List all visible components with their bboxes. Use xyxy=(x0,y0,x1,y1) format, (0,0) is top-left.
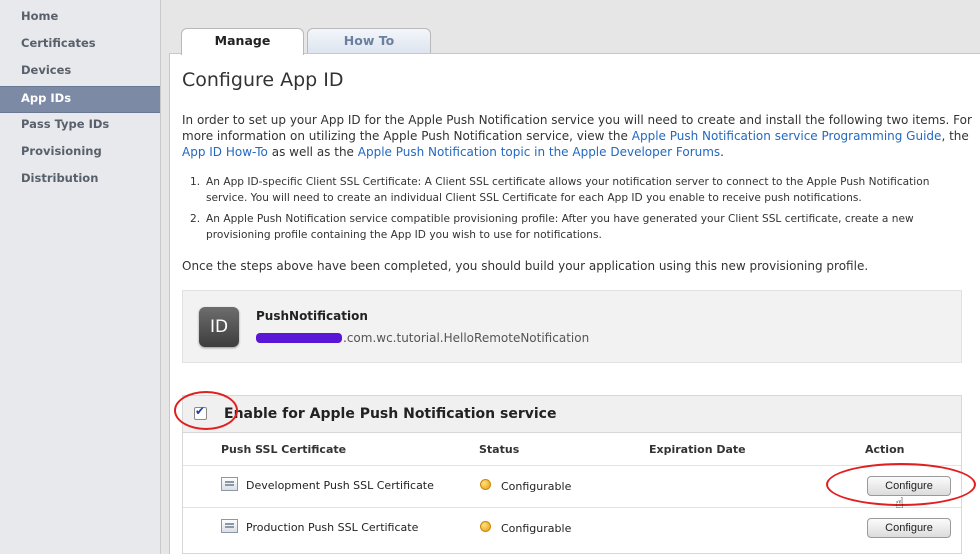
certificate-name: Development Push SSL Certificate xyxy=(246,479,434,492)
link-developer-forums[interactable]: Apple Push Notification topic in the App… xyxy=(358,145,720,159)
app-id-icon: ID xyxy=(199,307,239,347)
column-header-status: Status xyxy=(479,443,520,456)
intro-text: , the xyxy=(941,129,969,143)
intro-text: as well as the xyxy=(267,145,358,159)
status-text: Configurable xyxy=(501,480,572,493)
push-service-header: Enable for Apple Push Notification servi… xyxy=(183,396,961,433)
sidebar-item-devices[interactable]: Devices xyxy=(0,59,160,86)
app-id-bundle: .com.wc.tutorial.HelloRemoteNotification xyxy=(256,331,589,345)
annotation-circle-checkbox xyxy=(174,391,238,430)
intro-paragraph: In order to set up your App ID for the A… xyxy=(182,112,972,160)
sidebar-item-distribution[interactable]: Distribution xyxy=(0,167,160,194)
status-indicator-icon xyxy=(480,479,491,490)
step-text: An App ID-specific Client SSL Certificat… xyxy=(206,176,930,204)
certificate-name: Production Push SSL Certificate xyxy=(246,521,419,534)
certificate-icon xyxy=(221,477,238,491)
tab-how-to[interactable]: How To xyxy=(307,28,431,54)
redaction-mark xyxy=(256,333,342,343)
sidebar-nav: Home Certificates Devices App IDs Pass T… xyxy=(0,0,161,554)
certificate-icon xyxy=(221,519,238,533)
page-title: Configure App ID xyxy=(182,69,344,91)
sidebar-item-app-ids[interactable]: App IDs xyxy=(0,86,160,113)
column-header-certificate: Push SSL Certificate xyxy=(221,443,347,456)
sidebar-item-home[interactable]: Home xyxy=(0,5,160,32)
after-steps-text: Once the steps above have been completed… xyxy=(182,259,869,273)
step-number: 2. xyxy=(190,213,201,225)
bundle-id-text: .com.wc.tutorial.HelloRemoteNotification xyxy=(343,331,590,345)
step-text: An Apple Push Notification service compa… xyxy=(206,213,914,241)
app-id-summary: ID PushNotification .com.wc.tutorial.Hel… xyxy=(182,290,962,363)
link-app-id-how-to[interactable]: App ID How-To xyxy=(182,145,268,159)
step-number: 1. xyxy=(190,176,201,188)
table-row: Production Push SSL Certificate Configur… xyxy=(183,507,961,549)
step-item: 1. An App ID-specific Client SSL Certifi… xyxy=(190,175,950,206)
tab-manage[interactable]: Manage xyxy=(181,28,304,55)
configure-production-button[interactable]: Configure xyxy=(867,518,951,538)
hand-cursor-icon: ☝ xyxy=(895,494,905,512)
intro-text: . xyxy=(720,145,724,159)
sidebar-item-pass-type-ids[interactable]: Pass Type IDs xyxy=(0,113,160,140)
sidebar-item-certificates[interactable]: Certificates xyxy=(0,32,160,59)
column-header-action: Action xyxy=(865,443,905,456)
link-programming-guide[interactable]: Apple Push Notification service Programm… xyxy=(632,129,942,143)
step-item: 2. An Apple Push Notification service co… xyxy=(190,212,950,243)
steps-list: 1. An App ID-specific Client SSL Certifi… xyxy=(190,175,950,249)
status-text: Configurable xyxy=(501,522,572,535)
sidebar-item-provisioning[interactable]: Provisioning xyxy=(0,140,160,167)
push-service-title: Enable for Apple Push Notification servi… xyxy=(224,406,557,422)
app-id-name: PushNotification xyxy=(256,309,368,323)
status-indicator-icon xyxy=(480,521,491,532)
column-header-expiration: Expiration Date xyxy=(649,443,746,456)
